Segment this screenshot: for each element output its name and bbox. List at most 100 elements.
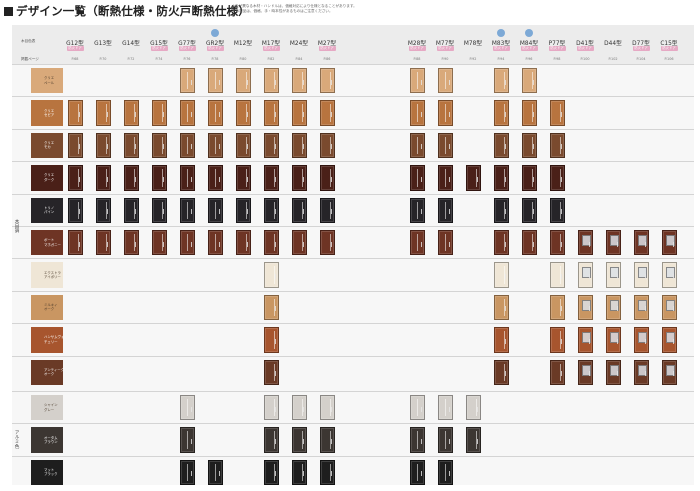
door-handle-icon [560,176,562,182]
column-page: P.72 [127,57,135,61]
door-handle-icon [302,209,304,215]
door-handle-icon [616,241,618,247]
door-glass-slit [444,234,446,252]
door-thumbnail [493,68,509,94]
door-handle-icon [532,176,534,182]
door-handle-icon [588,306,590,312]
door-handle-icon [532,209,534,215]
door-handle-icon [274,406,276,412]
door-handle-icon [218,111,220,117]
door-handle-icon [246,176,248,182]
color-swatch: ボート マホガニー [31,230,63,256]
door-handle-icon [274,241,276,247]
door-handle-icon [448,438,450,444]
door-handle-icon [532,111,534,117]
door-thumbnail [661,294,677,321]
door-glass-slit [214,72,216,90]
door-handle-icon [246,79,248,85]
door-thumbnail [123,230,139,256]
door-glass-slit [186,234,188,252]
door-handle-icon [162,176,164,182]
column-page: P.96 [525,57,533,61]
door-thumbnail [577,262,593,288]
door-handle-icon [504,209,506,215]
door-handle-icon [302,111,304,117]
door-thumbnail [235,132,251,159]
door-handle-icon [274,306,276,312]
column-page: P.68 [71,57,79,61]
door-thumbnail [123,197,139,223]
door-handle-icon [190,111,192,117]
door-thumbnail [95,197,111,223]
door-handle-icon [672,273,674,279]
door-thumbnail [319,395,335,421]
door-handle-icon [476,176,478,182]
door-thumbnail [661,359,677,385]
door-handle-icon [218,176,220,182]
door-glass-slit [416,399,418,417]
door-handle-icon [532,241,534,247]
door-glass-slit [416,136,418,155]
door-thumbnail [549,262,565,288]
door-handle-icon [588,241,590,247]
door-thumbnail [291,68,307,94]
table-row: トリノ パイン [12,193,694,226]
door-thumbnail [151,165,167,191]
color-name: アンティーク オーク [44,367,63,377]
door-thumbnail [549,197,565,223]
door-thumbnail [633,230,649,256]
door-handle-icon [190,471,192,477]
door-thumbnail [661,262,677,288]
door-thumbnail [67,132,83,159]
new-badge [525,29,533,37]
door-handle-icon [448,209,450,215]
color-swatch: クリエ セピア [31,100,63,126]
door-thumbnail [549,230,565,256]
door-thumbnail [263,165,279,191]
door-thumbnail [263,359,279,385]
color-name: エクストラ アイボリー [44,270,61,280]
column-page: P.82 [267,57,275,61]
door-handle-icon [420,438,422,444]
door-glass-slit [186,463,188,482]
door-glass-slit [416,234,418,252]
door-thumbnail [179,165,195,191]
door-handle-icon [78,111,80,117]
door-handle-icon [246,144,248,150]
door-handle-icon [644,306,646,312]
door-thumbnail [67,100,83,126]
door-handle-icon [190,209,192,215]
column-page: P.84 [295,57,303,61]
door-thumbnail [633,327,649,353]
door-handle-icon [330,176,332,182]
door-handle-icon [106,241,108,247]
column-page: P.94 [497,57,505,61]
door-thumbnail [521,230,537,256]
door-thumbnail [633,294,649,321]
door-handle-icon [420,144,422,150]
group-label: 木目調 [14,219,19,233]
door-handle-icon [302,144,304,150]
door-handle-icon [302,176,304,182]
door-thumbnail [605,327,621,353]
door-thumbnail [633,359,649,385]
door-thumbnail [291,427,307,453]
door-handle-icon [448,471,450,477]
door-glass-slit [444,136,446,155]
door-thumbnail [291,132,307,159]
table-row: オータム ブラウン [12,423,694,455]
door-thumbnail [95,165,111,191]
door-thumbnail [409,459,425,486]
door-handle-icon [78,241,80,247]
door-handle-icon [274,371,276,377]
door-handle-icon [504,371,506,377]
door-handle-icon [330,79,332,85]
fireproof-badge: 防火ドア [206,46,224,51]
column-page: P.98 [553,57,561,61]
column-page: P.88 [413,57,421,61]
door-thumbnail [263,459,279,486]
column-page: P.70 [99,57,107,61]
door-handle-icon [588,371,590,377]
door-handle-icon [246,209,248,215]
door-glass-slit [186,169,188,187]
